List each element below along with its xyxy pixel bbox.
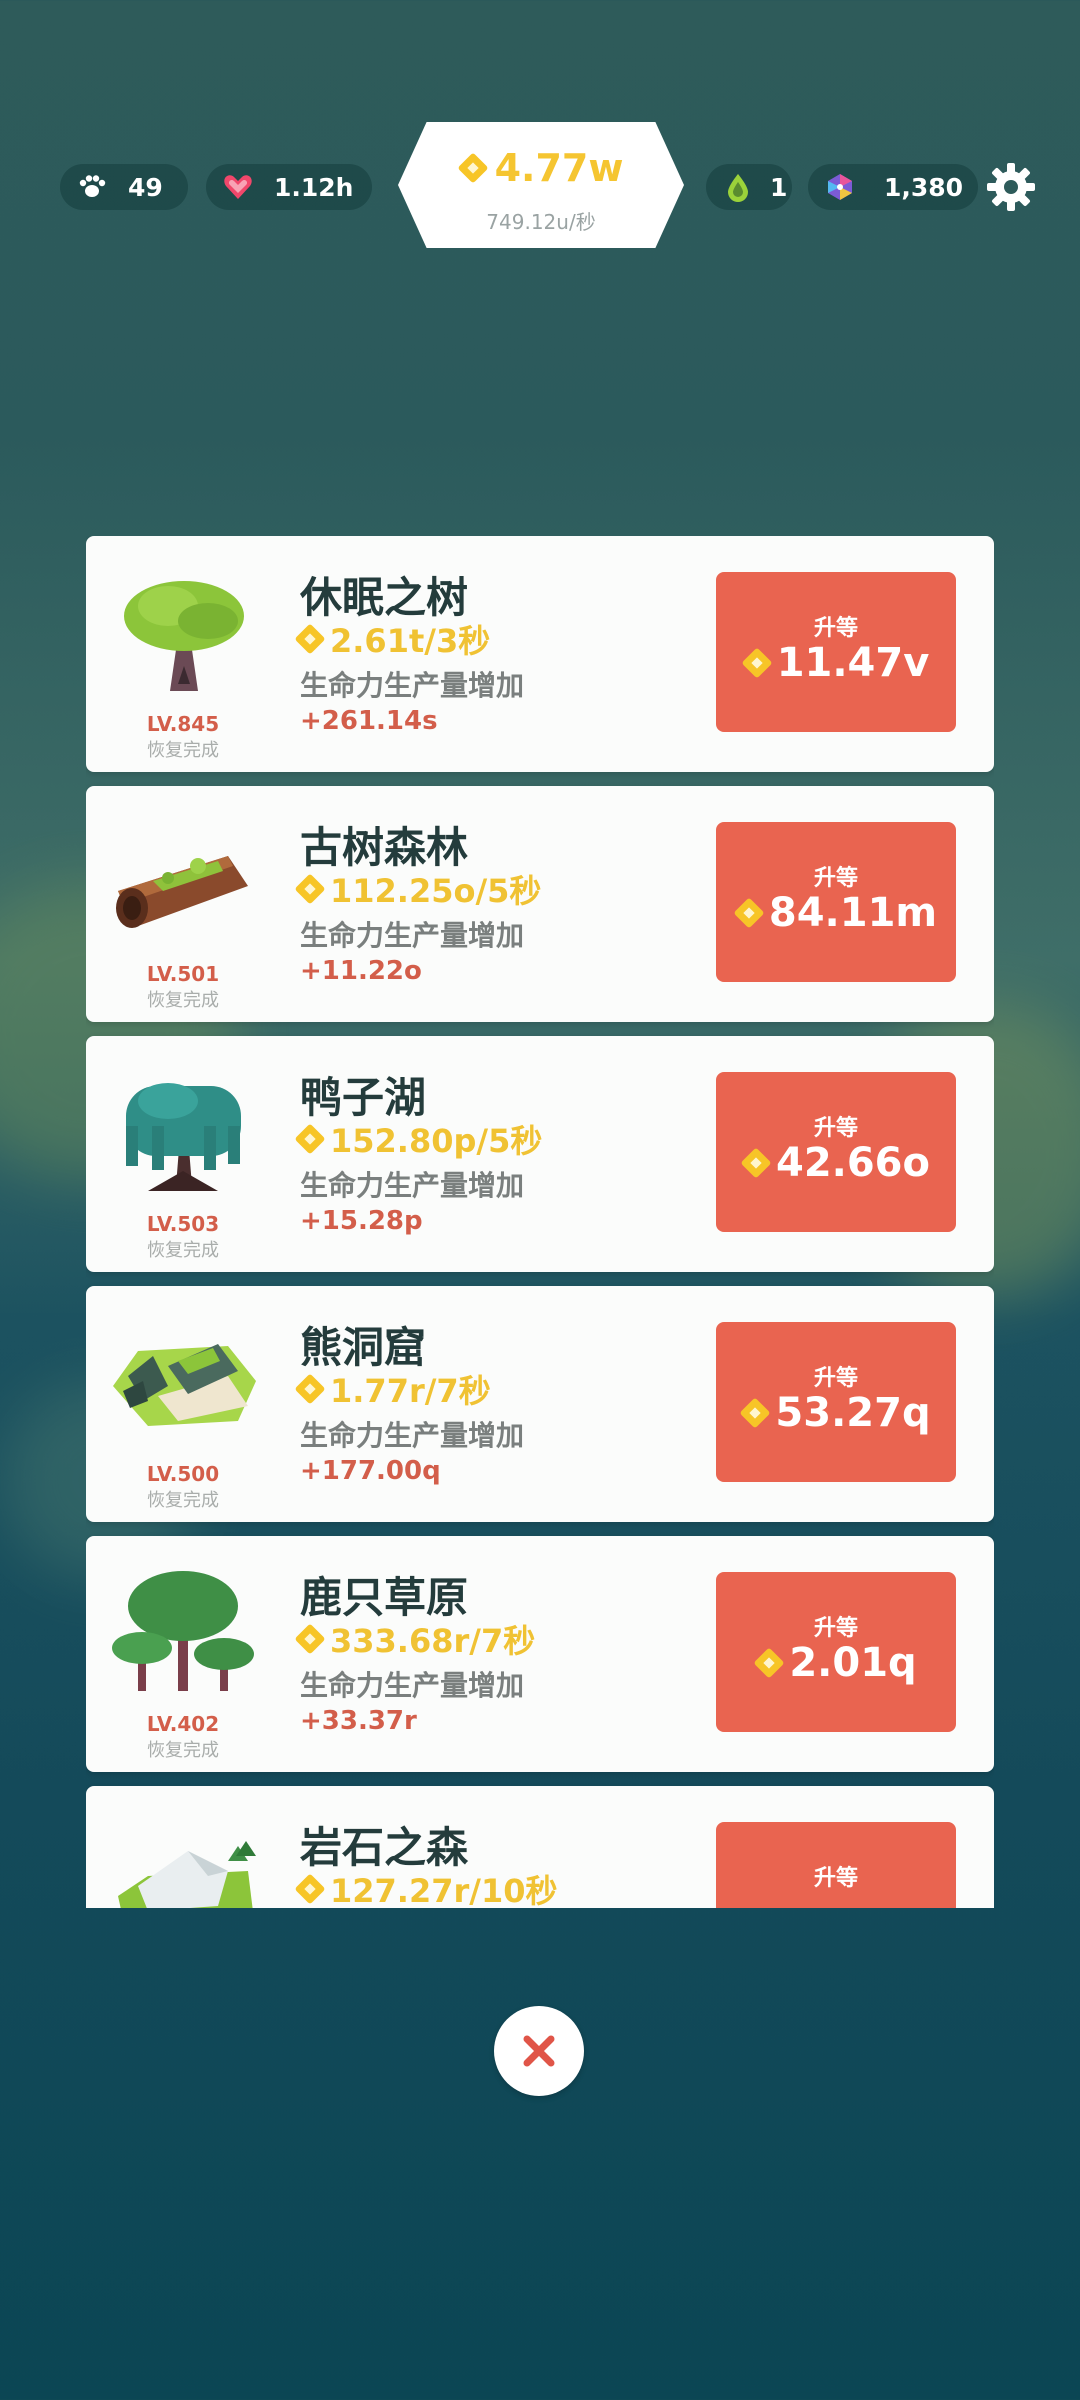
close-button[interactable] xyxy=(494,2006,584,2096)
list-item: LV.402 恢复完成 鹿只草原 333.68r/7秒 生命力生产量增加 +33… xyxy=(86,1536,994,1772)
settings-gear-icon[interactable] xyxy=(984,160,1038,214)
trees-icon xyxy=(108,1566,258,1696)
item-rate-value: 1.77r/7秒 xyxy=(330,1372,491,1410)
upgrade-label: 升等 xyxy=(813,1116,858,1141)
item-rate: 112.25o/5秒 xyxy=(296,866,541,912)
level-label: LV.845 xyxy=(146,712,220,736)
log-icon xyxy=(108,816,258,946)
coin-icon xyxy=(741,1399,769,1427)
heart-icon xyxy=(218,167,258,207)
upgrade-button[interactable]: 升等 42.66o xyxy=(716,1072,956,1232)
coin-display: 4.77w 749.12u/秒 xyxy=(398,122,684,248)
item-increase: +177.00q xyxy=(300,1456,441,1486)
status-label: 恢复完成 xyxy=(147,740,219,761)
status-label: 恢复完成 xyxy=(147,1240,219,1261)
upgrade-button[interactable]: 升等 84.11m xyxy=(716,822,956,982)
item-description: 生命力生产量增加 xyxy=(300,1419,525,1452)
item-increase: +15.28p xyxy=(300,1206,423,1236)
list-item: 岩石之森 127.27r/10秒 升等 xyxy=(86,1786,994,1908)
hearts-value: 1.12h xyxy=(274,172,354,202)
upgrade-list[interactable]: LV.845 恢复完成 休眠之树 2.61t/3秒 生命力生产量增加 +261.… xyxy=(86,536,994,1908)
paw-icon xyxy=(72,167,112,207)
level-label: LV.501 xyxy=(146,962,220,986)
upgrade-cost: 11.47v xyxy=(776,640,930,686)
upgrade-cost: 53.27q xyxy=(775,1390,931,1436)
paw-count: 49 xyxy=(128,172,163,202)
level-label: LV.402 xyxy=(146,1712,220,1736)
drop-counter[interactable]: 1 xyxy=(706,164,792,210)
upgrade-cost: 84.11m xyxy=(768,890,938,936)
list-item: LV.845 恢复完成 休眠之树 2.61t/3秒 生命力生产量增加 +261.… xyxy=(86,536,994,772)
item-rate: 152.80p/5秒 xyxy=(296,1116,542,1162)
item-increase: +33.37r xyxy=(300,1706,417,1736)
drop-count: 1 xyxy=(770,172,788,202)
coin-icon xyxy=(296,1375,324,1403)
upgrade-label: 升等 xyxy=(813,616,858,641)
item-rate: 127.27r/10秒 xyxy=(296,1866,558,1908)
gem-counter[interactable]: 1,380 xyxy=(808,164,978,210)
gem-icon xyxy=(820,167,860,207)
upgrade-label: 升等 xyxy=(813,1616,858,1641)
item-rate: 333.68r/7秒 xyxy=(296,1616,535,1662)
item-rate-value: 2.61t/3秒 xyxy=(330,622,491,660)
item-rate-value: 112.25o/5秒 xyxy=(330,872,542,910)
upgrade-button[interactable]: 升等 xyxy=(716,1822,956,1908)
item-increase: +261.14s xyxy=(300,706,438,736)
item-rate: 1.77r/7秒 xyxy=(296,1366,491,1412)
list-item: LV.501 恢复完成 古树森林 112.25o/5秒 生命力生产量增加 +11… xyxy=(86,786,994,1022)
cave-icon xyxy=(108,1316,258,1446)
paw-counter[interactable]: 49 xyxy=(60,164,188,210)
tree-icon xyxy=(108,566,258,696)
item-rate-value: 333.68r/7秒 xyxy=(330,1622,536,1660)
coin-total: 4.77w xyxy=(494,146,624,190)
drop-icon xyxy=(718,167,758,207)
coin-icon xyxy=(459,154,487,182)
item-increase: +11.22o xyxy=(300,956,422,986)
list-item: LV.500 恢复完成 熊洞窟 1.77r/7秒 生命力生产量增加 +177.0… xyxy=(86,1286,994,1522)
willow-icon xyxy=(108,1066,258,1196)
coin-icon xyxy=(296,1125,324,1153)
status-label: 恢复完成 xyxy=(147,1490,219,1511)
item-description: 生命力生产量增加 xyxy=(300,919,525,952)
gem-count: 1,380 xyxy=(884,172,964,202)
item-description: 生命力生产量增加 xyxy=(300,1169,525,1202)
level-label: LV.500 xyxy=(146,1462,220,1486)
rock-icon xyxy=(108,1816,258,1908)
item-rate-value: 152.80p/5秒 xyxy=(330,1122,543,1160)
item-description: 生命力生产量增加 xyxy=(300,669,525,702)
upgrade-button[interactable]: 升等 53.27q xyxy=(716,1322,956,1482)
status-label: 恢复完成 xyxy=(147,990,219,1011)
coin-icon xyxy=(296,875,324,903)
coin-rate: 749.12u/秒 xyxy=(486,210,596,234)
coin-icon xyxy=(296,625,324,653)
coin-icon xyxy=(296,1625,324,1653)
coin-icon xyxy=(296,1875,324,1903)
upgrade-button[interactable]: 升等 2.01q xyxy=(716,1572,956,1732)
list-item: LV.503 恢复完成 鸭子湖 152.80p/5秒 生命力生产量增加 +15.… xyxy=(86,1036,994,1272)
upgrade-label: 升等 xyxy=(813,866,858,891)
upgrade-button[interactable]: 升等 11.47v xyxy=(716,572,956,732)
hearts-counter[interactable]: 1.12h xyxy=(206,164,372,210)
item-rate-value: 127.27r/10秒 xyxy=(330,1872,558,1908)
upgrade-label: 升等 xyxy=(813,1866,858,1891)
coin-icon xyxy=(742,1149,770,1177)
status-label: 恢复完成 xyxy=(147,1740,219,1761)
coin-icon xyxy=(755,1649,783,1677)
coin-icon xyxy=(743,649,771,677)
upgrade-cost: 42.66o xyxy=(775,1140,930,1186)
item-rate: 2.61t/3秒 xyxy=(296,616,490,662)
close-icon xyxy=(523,2035,555,2067)
item-description: 生命力生产量增加 xyxy=(300,1669,525,1702)
upgrade-label: 升等 xyxy=(813,1366,858,1391)
upgrade-cost: 2.01q xyxy=(789,1640,917,1686)
coin-icon xyxy=(735,899,763,927)
level-label: LV.503 xyxy=(146,1212,220,1236)
